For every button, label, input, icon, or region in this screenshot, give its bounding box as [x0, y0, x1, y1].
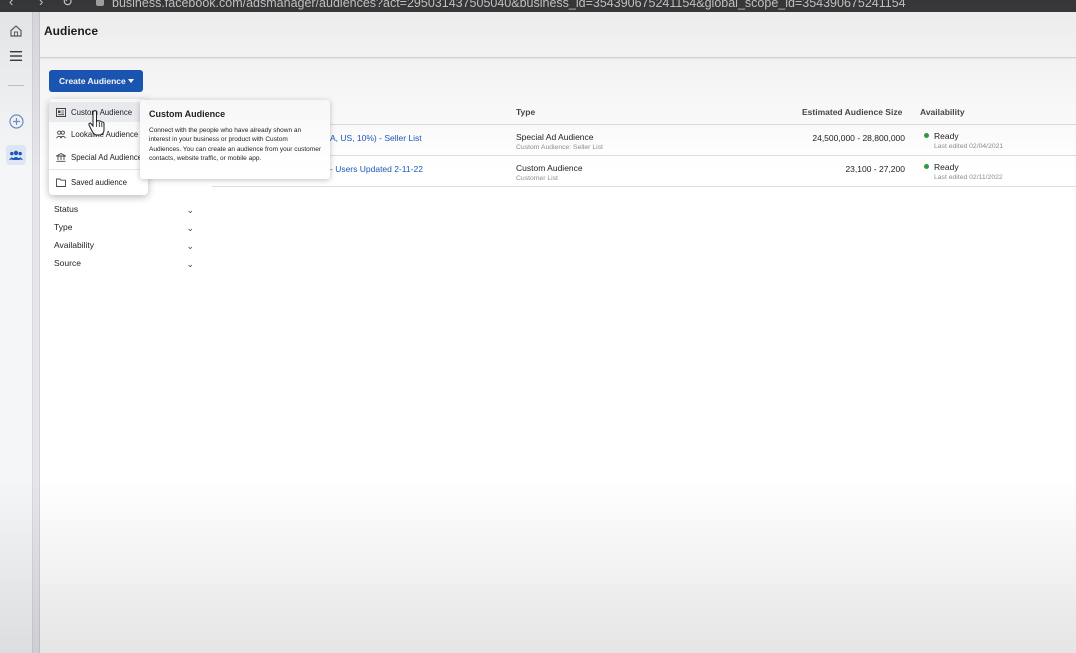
tooltip-title: Custom Audience: [149, 109, 226, 119]
create-plus-icon[interactable]: [6, 111, 26, 131]
browser-address-bar[interactable]: ‹ › ↻ business.facebook.com/adsmanager/a…: [0, 0, 1076, 12]
filter-label: Status: [54, 204, 79, 214]
audience-name-link[interactable]: - Users Updated 2-11-22: [330, 164, 423, 174]
column-header-type[interactable]: Type: [516, 107, 535, 117]
create-audience-label: Create Audience: [59, 76, 126, 86]
create-audience-button[interactable]: Create Audience: [49, 70, 143, 92]
left-nav-rail: [0, 12, 33, 653]
audience-size: 24,500,000 - 28,800,000: [812, 133, 905, 143]
table-row[interactable]: A, US, 10%) - Seller List Special Ad Aud…: [212, 124, 1076, 155]
column-header-availability[interactable]: Availability: [920, 107, 965, 117]
tooltip-body: Connect with the people who have already…: [149, 127, 321, 163]
table-bottom-border: [212, 186, 1076, 187]
menu-divider: [49, 169, 148, 170]
caret-down-icon: [128, 79, 134, 83]
chevron-down-icon: ⌄: [186, 205, 194, 215]
chevron-down-icon: ⌄: [186, 223, 194, 233]
filter-label: Type: [54, 222, 73, 232]
filter-label: Availability: [54, 240, 95, 250]
status-dot: [924, 164, 929, 170]
table-row[interactable]: - Users Updated 2-11-22 Custom Audience …: [212, 155, 1076, 186]
column-header-size[interactable]: Estimated Audience Size: [802, 107, 902, 117]
filter-label: Source: [54, 258, 81, 268]
filter-type[interactable]: Type ⌄: [54, 222, 194, 240]
status-text: Ready: [934, 162, 959, 172]
audience-type: Special Ad Audience Custom Audience: Sel…: [516, 132, 603, 151]
menu-item-saved-audience[interactable]: Saved audience: [49, 172, 148, 192]
filter-source[interactable]: Source ⌄: [54, 258, 194, 276]
type-sublabel: Custom Audience: Seller List: [516, 144, 603, 151]
status-text: Ready: [934, 131, 959, 141]
type-sublabel: Customer List: [516, 175, 558, 182]
audience-size: 23,100 - 27,200: [845, 164, 905, 174]
rail-gutter: [33, 12, 40, 653]
audience-type: Custom Audience Customer List: [516, 163, 583, 182]
audiences-icon[interactable]: [6, 145, 26, 165]
reload-icon[interactable]: ↻: [62, 0, 73, 9]
page-title: Audience: [44, 24, 99, 38]
filter-status[interactable]: Status ⌄: [54, 204, 194, 222]
availability-cell: Ready Last edited 02/04/2021: [924, 131, 1003, 150]
chevron-down-icon: ⌄: [186, 241, 194, 251]
last-edited: Last edited 02/04/2021: [934, 143, 1004, 150]
menu-item-label: Special Ad Audience: [71, 152, 143, 162]
home-icon[interactable]: [6, 21, 26, 41]
forward-icon[interactable]: ›: [39, 0, 43, 9]
url-text[interactable]: business.facebook.com/adsmanager/audienc…: [112, 0, 906, 10]
menu-item-label: Saved audience: [71, 177, 127, 187]
lookalike-audience-icon: [56, 129, 66, 139]
custom-audience-tooltip: Custom Audience Connect with the people …: [140, 100, 330, 179]
back-icon[interactable]: ‹: [9, 0, 13, 9]
filter-availability[interactable]: Availability ⌄: [54, 240, 194, 258]
audience-name-link[interactable]: A, US, 10%) - Seller List: [330, 133, 422, 143]
saved-audience-icon: [56, 177, 66, 187]
hand-cursor-icon: [88, 110, 105, 136]
rail-divider: [8, 85, 24, 86]
lock-icon: [96, 0, 104, 6]
type-label: Special Ad Audience: [516, 132, 594, 142]
status-dot: [924, 133, 929, 139]
custom-audience-icon: [56, 107, 66, 117]
last-edited: Last edited 02/11/2022: [934, 174, 1003, 181]
availability-cell: Ready Last edited 02/11/2022: [924, 162, 1003, 181]
special-ad-audience-icon: [56, 152, 66, 162]
chevron-down-icon: ⌄: [186, 259, 194, 269]
type-label: Custom Audience: [516, 163, 583, 173]
menu-item-special-ad-audience[interactable]: Special Ad Audience: [49, 147, 148, 167]
menu-icon[interactable]: [6, 46, 26, 66]
page-header: Audience: [40, 12, 1076, 58]
